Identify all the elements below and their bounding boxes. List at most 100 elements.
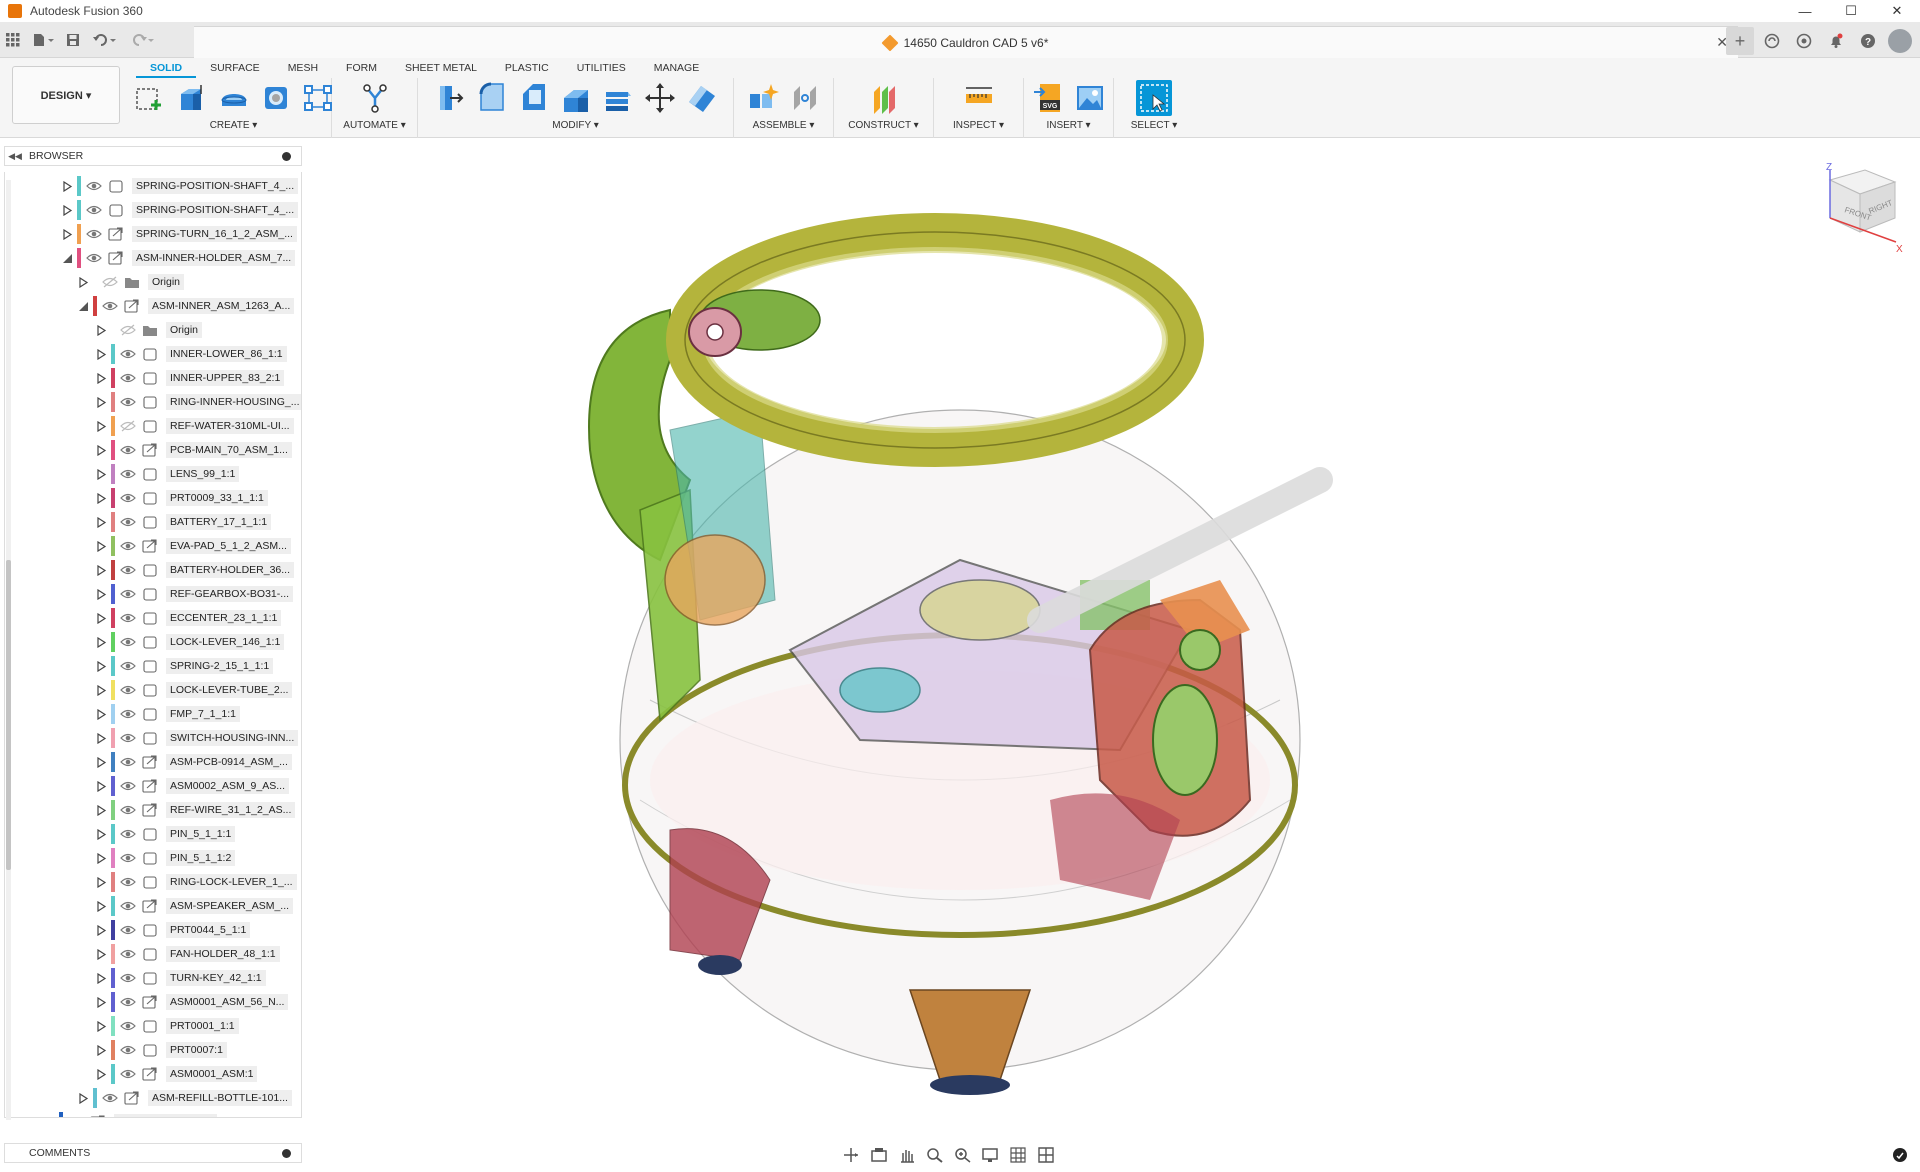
visibility-eye-icon[interactable] — [120, 803, 136, 817]
expand-triangle-icon[interactable] — [95, 900, 107, 912]
tab-form[interactable]: FORM — [332, 58, 391, 78]
expand-triangle-icon[interactable] — [95, 396, 107, 408]
browser-node[interactable]: RING-INNER-HOUSING_... — [95, 391, 301, 413]
expand-triangle-icon[interactable] — [77, 1092, 89, 1104]
display-settings-icon[interactable] — [980, 1145, 1002, 1165]
browser-node[interactable]: LENS_99_1:1 — [95, 463, 240, 485]
expand-triangle-icon[interactable] — [95, 1044, 107, 1056]
expand-triangle-icon[interactable] — [95, 540, 107, 552]
browser-node[interactable]: ASM-SPEAKER_ASM_... — [95, 895, 294, 917]
select-group-label[interactable]: SELECT ▾ — [1131, 118, 1178, 134]
expand-triangle-icon[interactable] — [61, 204, 73, 216]
comments-panel[interactable]: COMMENTS — [4, 1143, 302, 1163]
browser-node[interactable]: PCB-MAIN_70_ASM_1... — [95, 439, 292, 461]
maximize-button[interactable]: ☐ — [1828, 0, 1874, 22]
visibility-eye-icon[interactable] — [120, 515, 136, 529]
expand-triangle-icon[interactable] — [95, 324, 107, 336]
document-tab[interactable]: 14650 Cauldron CAD 5 v6* ✕ — [194, 26, 1738, 58]
undo-icon[interactable] — [86, 26, 124, 54]
insert-group-label[interactable]: INSERT ▾ — [1046, 118, 1090, 134]
tab-utilities[interactable]: UTILITIES — [563, 58, 640, 78]
browser-node[interactable]: SWITCH-HOUSING-INN... — [95, 727, 299, 749]
visibility-eye-icon[interactable] — [86, 203, 102, 217]
pan-hand-icon[interactable] — [896, 1145, 918, 1165]
automate-icon[interactable] — [357, 80, 393, 116]
expand-triangle-icon[interactable] — [95, 756, 107, 768]
tab-solid[interactable]: SOLID — [136, 58, 197, 78]
browser-node[interactable]: INNER-LOWER_86_1:1 — [95, 343, 287, 365]
browser-node[interactable]: LOCK-LEVER-TUBE_2... — [95, 679, 293, 701]
visibility-eye-icon[interactable] — [120, 779, 136, 793]
extrude-icon[interactable] — [174, 80, 210, 116]
expand-triangle-icon[interactable] — [95, 852, 107, 864]
tab-manage[interactable]: MANAGE — [640, 58, 714, 78]
expand-triangle-icon[interactable] — [95, 564, 107, 576]
visibility-eye-icon[interactable] — [120, 443, 136, 457]
visibility-eye-icon[interactable] — [120, 1067, 136, 1081]
visibility-eye-icon[interactable] — [102, 299, 118, 313]
close-window-button[interactable]: ✕ — [1874, 0, 1920, 22]
select-tool-icon[interactable] — [1136, 80, 1172, 116]
collapse-triangle-icon[interactable] — [61, 252, 73, 264]
visibility-eye-icon[interactable] — [120, 1043, 136, 1057]
scrollbar-thumb[interactable] — [6, 560, 11, 870]
browser-node[interactable]: REF-GEARBOX-BO31-... — [95, 583, 294, 605]
visibility-eye-icon[interactable] — [120, 587, 136, 601]
tab-surface[interactable]: SURFACE — [196, 58, 274, 78]
viewports-icon[interactable] — [1036, 1145, 1058, 1165]
viewcube[interactable]: FRONT RIGHT Z X — [1810, 160, 1906, 260]
visibility-eye-icon[interactable] — [120, 539, 136, 553]
pattern-icon[interactable] — [300, 80, 336, 116]
create-group-label[interactable]: CREATE ▾ — [210, 118, 258, 134]
browser-node[interactable]: PRT0009_33_1_1:1 — [95, 487, 268, 509]
visibility-eye-icon[interactable] — [120, 971, 136, 985]
save-icon[interactable] — [60, 26, 86, 54]
browser-node[interactable]: INNER-UPPER_83_2:1 — [95, 367, 285, 389]
browser-node[interactable]: SPRING-2_15_1_1:1 — [95, 655, 274, 677]
browser-node[interactable]: External Assembly:1 — [43, 1111, 218, 1117]
collapse-browser-icon[interactable]: ◀◀ — [5, 151, 25, 162]
visibility-eye-icon[interactable] — [120, 467, 136, 481]
expand-triangle-icon[interactable] — [95, 516, 107, 528]
expand-triangle-icon[interactable] — [95, 684, 107, 696]
expand-triangle-icon[interactable] — [95, 804, 107, 816]
visibility-eye-icon[interactable] — [120, 1019, 136, 1033]
browser-pin-icon[interactable] — [282, 151, 291, 161]
browser-node[interactable]: Origin — [77, 271, 185, 293]
browser-node[interactable]: Origin — [95, 319, 203, 341]
visibility-eye-icon[interactable] — [120, 947, 136, 961]
browser-node[interactable]: REF-WIRE_31_1_2_AS... — [95, 799, 296, 821]
expand-triangle-icon[interactable] — [95, 996, 107, 1008]
expand-triangle-icon[interactable] — [61, 228, 73, 240]
expand-triangle-icon[interactable] — [61, 180, 73, 192]
new-tab-plus-icon[interactable]: + — [1726, 27, 1754, 55]
visibility-eye-icon[interactable] — [120, 395, 136, 409]
visibility-eye-icon[interactable] — [120, 851, 136, 865]
expand-triangle-icon[interactable] — [95, 1020, 107, 1032]
visibility-eye-icon[interactable] — [120, 827, 136, 841]
create-sketch-icon[interactable] — [132, 80, 168, 116]
browser-node[interactable]: SPRING-POSITION-SHAFT_4_... — [61, 175, 299, 197]
automate-group-label[interactable]: AUTOMATE ▾ — [343, 118, 405, 134]
visibility-eye-icon[interactable] — [120, 491, 136, 505]
user-avatar[interactable] — [1886, 27, 1914, 55]
tab-mesh[interactable]: MESH — [274, 58, 332, 78]
app-grid-icon[interactable] — [0, 26, 26, 54]
expand-triangle-icon[interactable] — [95, 1068, 107, 1080]
browser-node[interactable]: ASM-INNER_ASM_1263_A... — [77, 295, 295, 317]
look-at-icon[interactable] — [868, 1145, 890, 1165]
assemble-group-label[interactable]: ASSEMBLE ▾ — [753, 118, 815, 134]
visibility-eye-icon[interactable] — [120, 707, 136, 721]
browser-node[interactable]: FMP_7_1_1:1 — [95, 703, 240, 725]
revolve-icon[interactable] — [216, 80, 252, 116]
visibility-eye-icon[interactable] — [68, 1115, 84, 1117]
zoom-icon[interactable] — [924, 1145, 946, 1165]
visibility-eye-icon[interactable] — [120, 899, 136, 913]
split-face-icon[interactable] — [684, 80, 720, 116]
expand-triangle-icon[interactable] — [95, 924, 107, 936]
help-icon[interactable]: ? — [1854, 27, 1882, 55]
combine-icon[interactable] — [600, 80, 636, 116]
visibility-eye-icon[interactable] — [120, 683, 136, 697]
expand-triangle-icon[interactable] — [95, 660, 107, 672]
notifications-bell-icon[interactable] — [1822, 27, 1850, 55]
